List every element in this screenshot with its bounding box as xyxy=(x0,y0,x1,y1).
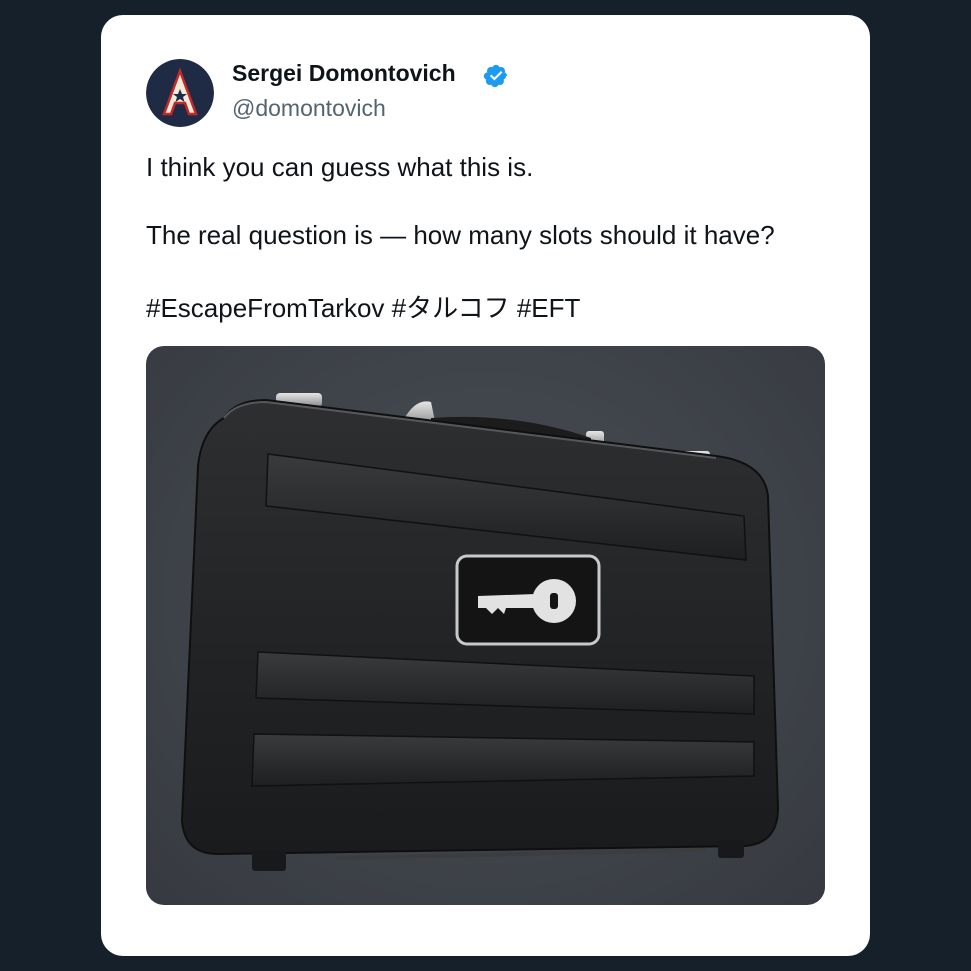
author-avatar[interactable] xyxy=(146,59,214,127)
verified-badge-icon xyxy=(483,64,508,88)
tweet-card: Sergei Domontovich @domontovich I think … xyxy=(101,15,870,956)
briefcase-image-icon xyxy=(180,393,780,871)
avatar-letter-a-icon xyxy=(146,59,214,127)
author-handle[interactable]: @domontovich xyxy=(232,95,386,122)
hashtag-eft[interactable]: #EFT xyxy=(517,293,581,323)
hashtag-tarukofu[interactable]: #タルコフ xyxy=(392,293,510,323)
hashtag-escapefromtarkov[interactable]: #EscapeFromTarkov xyxy=(146,293,384,323)
author-name[interactable]: Sergei Domontovich xyxy=(232,60,456,87)
tweet-text-line-1: I think you can guess what this is. xyxy=(146,152,534,182)
tweet-text-line-2: The real question is — how many slots sh… xyxy=(146,220,775,250)
tweet-hashtags: #EscapeFromTarkov #タルコフ #EFT xyxy=(146,288,580,325)
tweet-media-image[interactable] xyxy=(146,346,825,905)
